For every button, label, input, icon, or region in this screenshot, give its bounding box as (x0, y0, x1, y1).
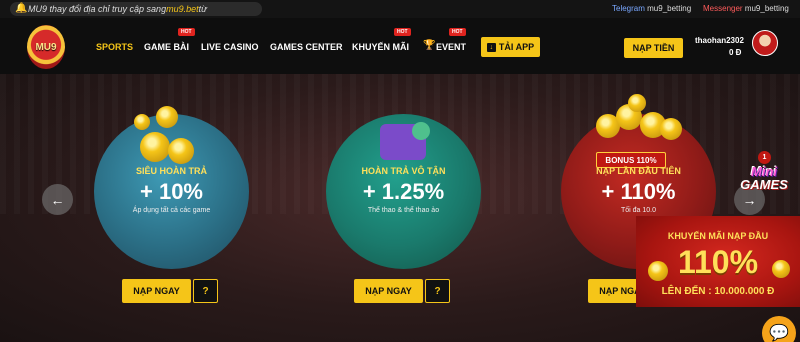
popup-title: KHUYẾN MÃI NẠP ĐẦU (667, 231, 769, 241)
carousel-prev-arrow[interactable]: ← (42, 184, 73, 215)
announcement-ticker: 🔔 MU9 thay đổi địa chỉ truy cập sang mu9… (10, 2, 262, 16)
messenger-link[interactable]: Messenger mu9_betting (703, 4, 789, 13)
ticker-domain[interactable]: mu9.bet (166, 4, 199, 14)
username[interactable]: thaohan2302 (695, 36, 744, 45)
coin-icon (156, 106, 178, 128)
download-app-button[interactable]: ↓ TẢI APP (481, 37, 540, 57)
coin-icon (134, 114, 150, 130)
messenger-handle: mu9_betting (744, 4, 789, 13)
bell-icon: 🔔 (15, 3, 28, 14)
announcement-bar: 🔔 MU9 thay đổi địa chỉ truy cập sang mu9… (0, 0, 800, 18)
nav-live-casino[interactable]: LIVE CASINO (201, 42, 259, 52)
chat-icon[interactable]: 💬 (762, 316, 796, 342)
nav-sports[interactable]: SPORTS (96, 42, 133, 52)
popup-subtitle: LÊN ĐẾN : 10.000.000 Đ (661, 286, 775, 297)
cash-icon (412, 122, 430, 140)
promo-title: HOÀN TRẢ VÔ TẬN (361, 166, 446, 176)
avatar[interactable] (752, 30, 778, 56)
nav-game-bai[interactable]: GAME BÀI (144, 42, 189, 52)
minigames-count-badge: 1 (758, 151, 771, 164)
nav-games-center[interactable]: GAMES CENTER (270, 42, 343, 52)
promo-title: NẠP LẦN ĐẦU TIÊN (596, 166, 681, 176)
coin-icon (140, 132, 170, 162)
coin-icon (660, 118, 682, 140)
site-logo[interactable]: MU9 (27, 25, 65, 69)
first-deposit-popup[interactable]: KHUYẾN MÃI NẠP ĐẦU 110% LÊN ĐẾN : 10.000… (636, 216, 800, 307)
nav-khuyen-mai[interactable]: KHUYẾN MÃI (352, 42, 409, 52)
promo-subtitle: Tối đa 10.0 (620, 207, 657, 214)
telegram-handle: mu9_betting (647, 4, 692, 13)
deposit-button[interactable]: NẠP TIỀN (624, 38, 683, 58)
balance: 0 Đ (729, 48, 742, 57)
ticker-prefix: MU9 thay đổi địa chỉ truy cập sang (28, 4, 167, 14)
hot-badge: HOT (178, 28, 195, 36)
promo-value: + 110% (601, 179, 676, 204)
coin-icon (628, 94, 646, 112)
promo-subtitle: Thể thao & thể thao ảo (367, 207, 440, 214)
hot-badge: HOT (394, 28, 411, 36)
nav-event[interactable]: EVENT (436, 42, 466, 52)
minigames-games-label: GAMES (740, 177, 788, 192)
trophy-icon: 🏆 (423, 40, 436, 51)
popup-value: 110% (677, 244, 759, 280)
logo-text: MU9 (35, 41, 57, 53)
main-header: MU9 SPORTS GAME BÀI HOT LIVE CASINO GAME… (0, 18, 800, 74)
promo-value: + 10% (140, 179, 203, 204)
minigames-widget[interactable]: Mini GAMES (731, 165, 797, 195)
help-button[interactable]: ? (193, 279, 218, 303)
promo-title: SIÊU HOÀN TRẢ (135, 166, 207, 176)
telegram-label: Telegram (612, 4, 645, 13)
download-app-label: TẢI APP (498, 42, 535, 52)
messenger-label: Messenger (703, 4, 743, 13)
deposit-now-button[interactable]: NẠP NGAY (122, 279, 191, 303)
coin-icon (168, 138, 194, 164)
deposit-now-button[interactable]: NẠP NGAY (354, 279, 423, 303)
promo-subtitle: Áp dụng tất cả các game (132, 207, 211, 214)
ticker-suffix: từ (198, 4, 207, 14)
promo-value: + 1.25% (362, 179, 445, 204)
download-icon: ↓ (486, 42, 496, 52)
hot-badge: HOT (449, 28, 466, 36)
help-button[interactable]: ? (425, 279, 450, 303)
telegram-link[interactable]: Telegram mu9_betting (612, 4, 691, 13)
